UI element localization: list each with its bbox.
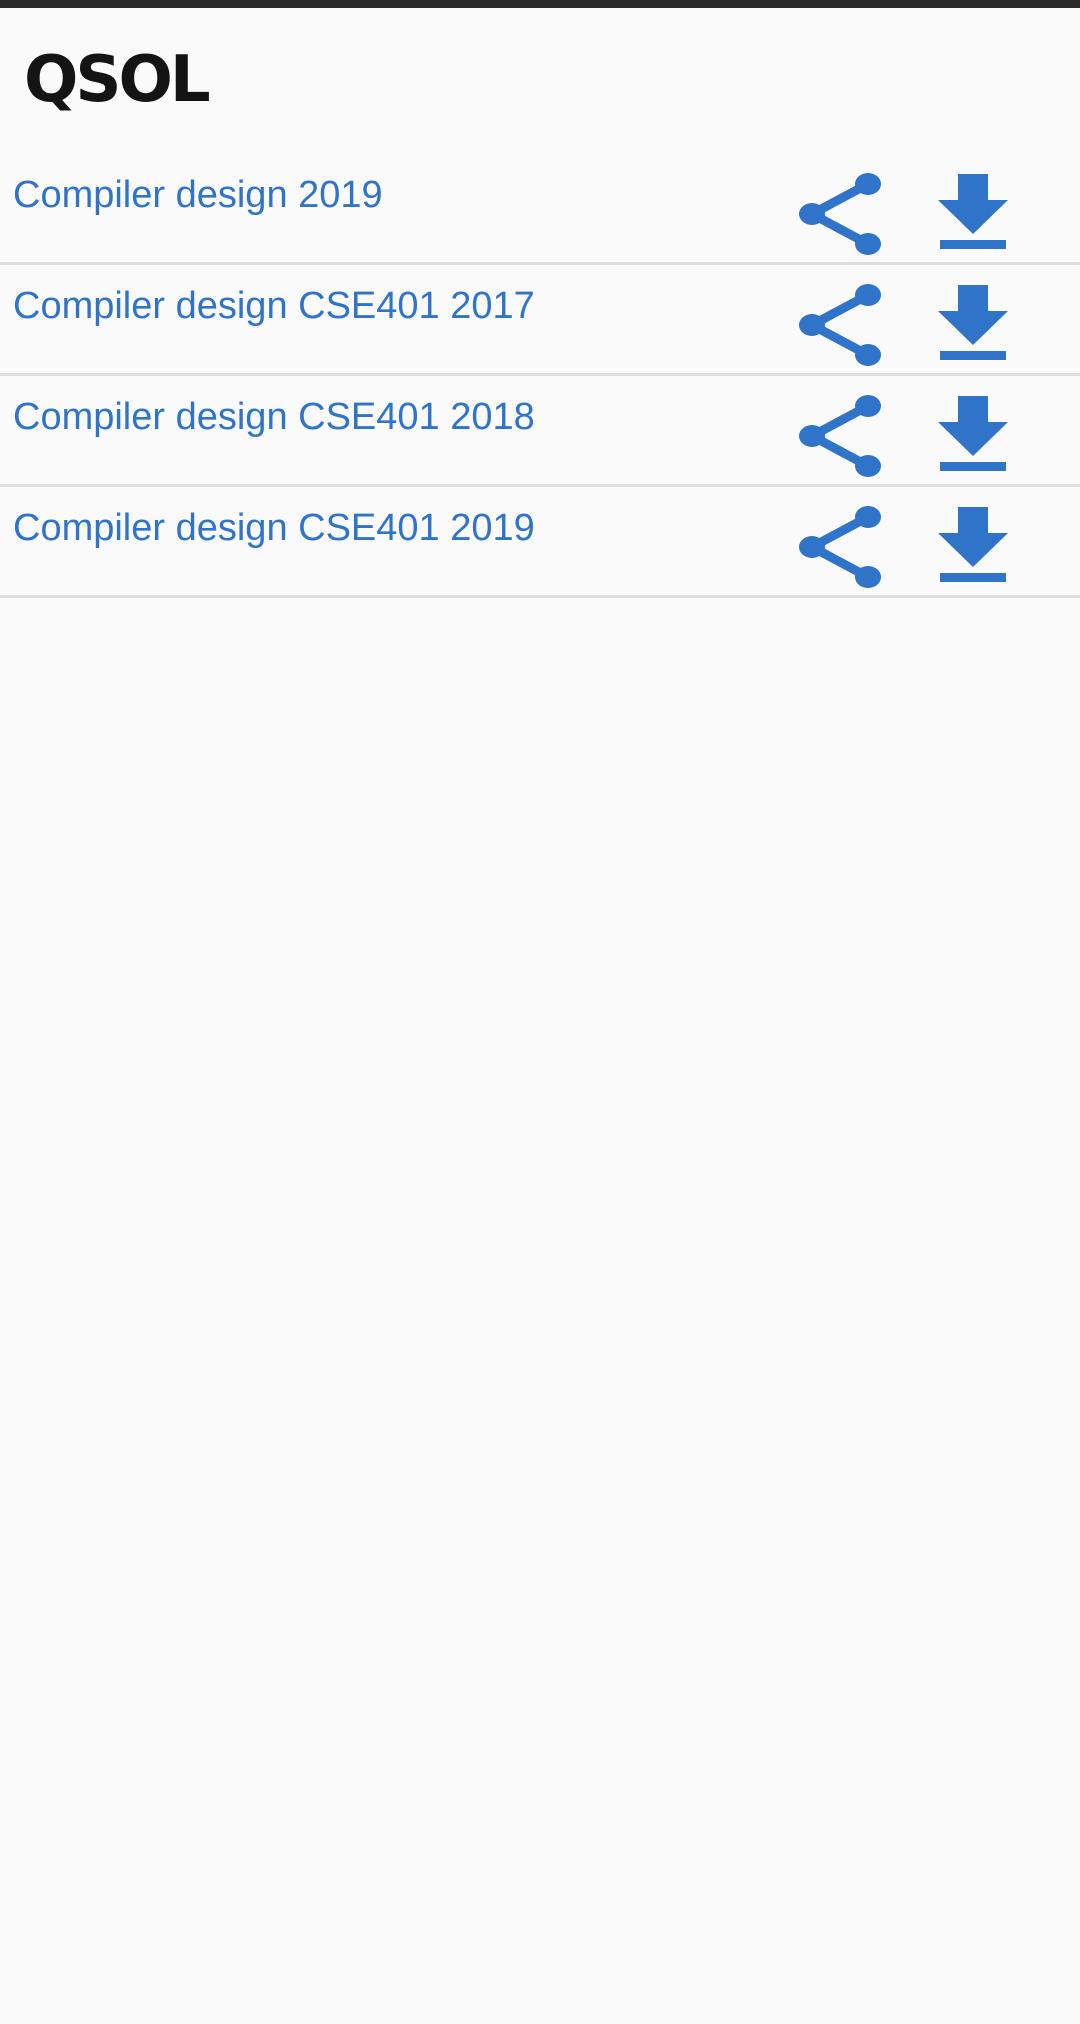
file-title[interactable]: Compiler design 2019: [13, 174, 383, 217]
share-icon: [799, 284, 881, 366]
share-button[interactable]: [790, 172, 890, 256]
file-title[interactable]: Compiler design CSE401 2019: [13, 507, 535, 550]
download-button[interactable]: [928, 174, 1018, 254]
download-icon: [938, 396, 1008, 471]
download-button[interactable]: [928, 507, 1018, 587]
download-icon: [938, 507, 1008, 582]
share-icon: [799, 173, 881, 255]
list-item[interactable]: Compiler design CSE401 2019: [0, 487, 1080, 598]
share-icon: [799, 395, 881, 477]
file-title[interactable]: Compiler design CSE401 2017: [13, 285, 535, 328]
file-title[interactable]: Compiler design CSE401 2018: [13, 396, 535, 439]
share-button[interactable]: [790, 283, 890, 367]
list-item[interactable]: Compiler design CSE401 2018: [0, 376, 1080, 487]
app-header: QSOL: [0, 8, 1080, 158]
list-item[interactable]: Compiler design 2019: [0, 154, 1080, 265]
download-button[interactable]: [928, 285, 1018, 365]
download-icon: [938, 174, 1008, 249]
share-button[interactable]: [790, 505, 890, 589]
status-bar: [0, 0, 1080, 8]
list-item[interactable]: Compiler design CSE401 2017: [0, 265, 1080, 376]
download-button[interactable]: [928, 396, 1018, 476]
download-icon: [938, 285, 1008, 360]
share-button[interactable]: [790, 394, 890, 478]
file-list: Compiler design 2019 Compiler design CSE…: [0, 154, 1080, 598]
app-logo: QSOL: [24, 43, 211, 117]
share-icon: [799, 506, 881, 588]
